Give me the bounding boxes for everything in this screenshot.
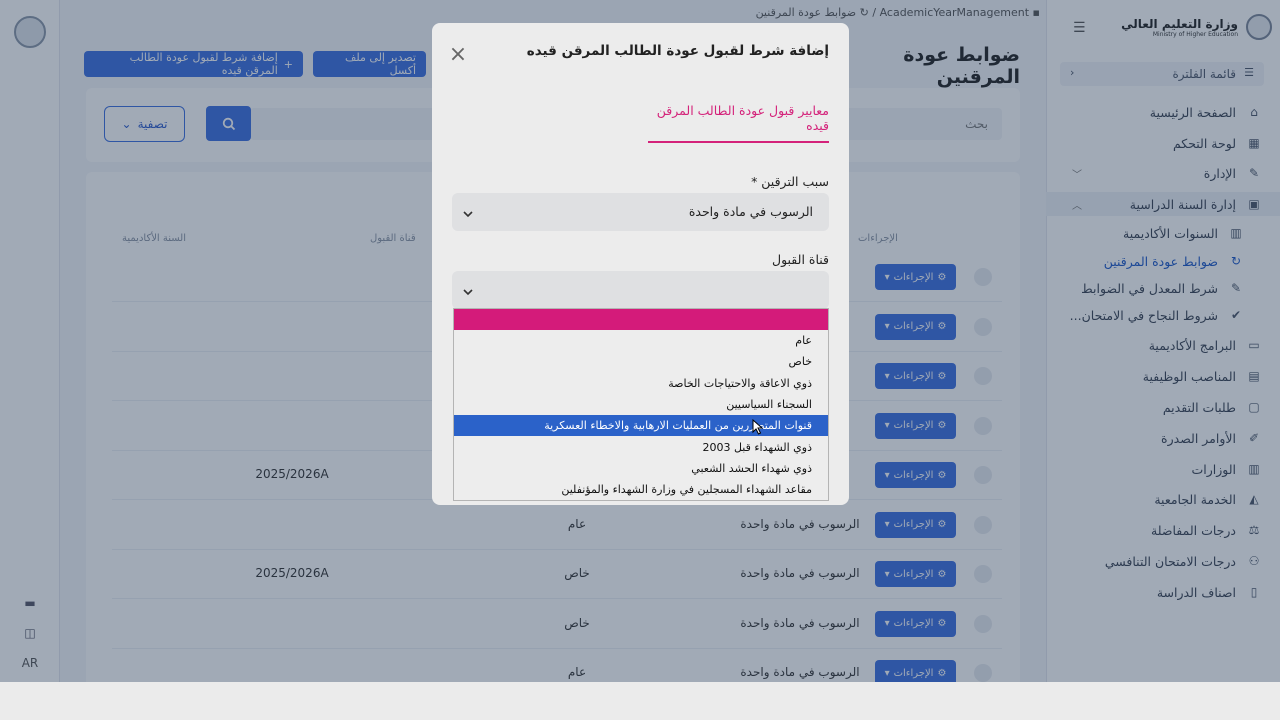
dropdown-option[interactable]: خاص — [454, 351, 828, 372]
bottom-strip — [0, 682, 1280, 720]
dropdown-option[interactable]: ذوي الاعاقة والاحتياجات الخاصة — [454, 373, 828, 394]
close-icon[interactable]: × — [448, 44, 468, 66]
dropdown-option[interactable]: ذوي الشهداء قبل 2003 — [454, 436, 828, 457]
chevron-down-icon — [462, 205, 474, 224]
dropdown-option[interactable] — [454, 309, 828, 330]
reason-select[interactable]: الرسوب في مادة واحدة — [452, 193, 829, 231]
reason-value: الرسوب في مادة واحدة — [688, 204, 813, 219]
channel-label: قناة القبول — [772, 252, 829, 267]
chevron-down-icon — [462, 283, 474, 302]
dropdown-option[interactable]: عام — [454, 330, 828, 351]
dropdown-option[interactable]: مقاعد الشهداء المسجلين في وزارة الشهداء … — [454, 479, 828, 500]
dropdown-option[interactable]: قنوات المتضررين من العمليات الارهابية وا… — [454, 415, 828, 437]
tab-criteria[interactable]: معايير قبول عودة الطالب المرقن قيده — [648, 103, 829, 143]
app-window: ▬ ◫ AR ▪ AcademicYearManagement / ↻ ضواب… — [0, 0, 1280, 682]
channel-select[interactable] — [452, 271, 829, 309]
mouse-cursor-icon — [752, 419, 764, 435]
dropdown-option[interactable]: السجناء السياسيين — [454, 394, 828, 415]
dropdown-option[interactable]: ذوي شهداء الحشد الشعبي — [454, 458, 828, 479]
reason-label: سبب الترقين * — [751, 174, 829, 189]
channel-dropdown-list: عام خاص ذوي الاعاقة والاحتياجات الخاصة السج… — [453, 308, 829, 501]
modal-title: إضافة شرط لقبول عودة الطالب المرقن قيده — [526, 43, 829, 59]
